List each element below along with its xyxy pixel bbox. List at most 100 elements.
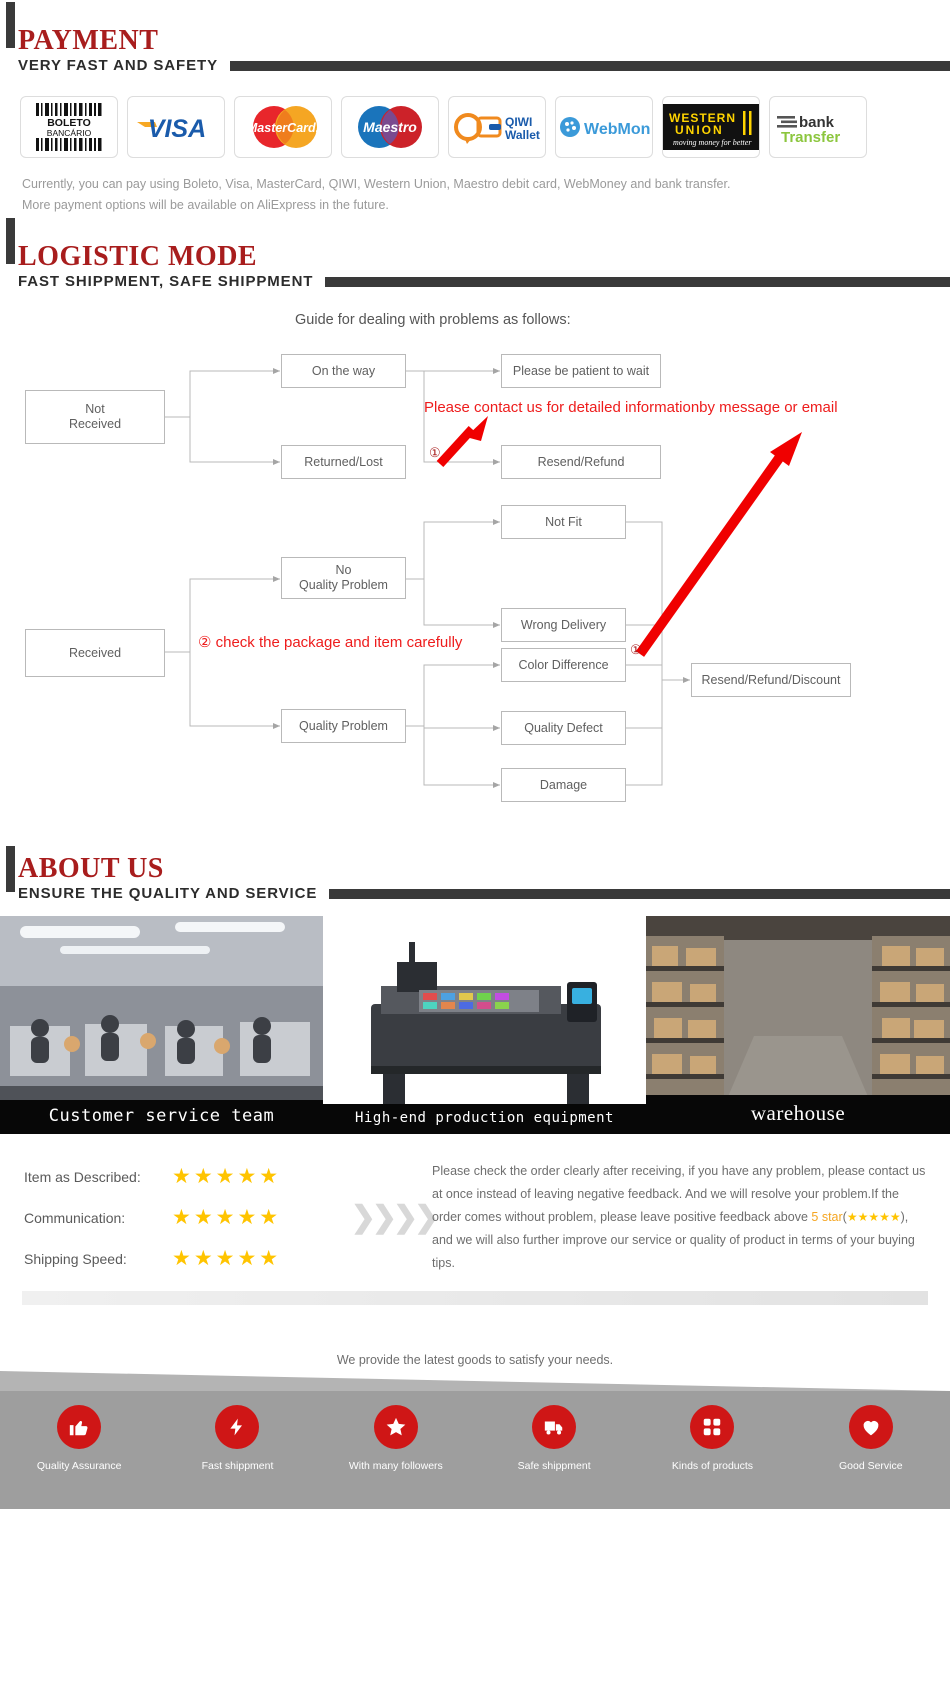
photo-caption-warehouse: warehouse xyxy=(646,1095,950,1134)
header-accent-bar xyxy=(6,2,15,48)
payment-note-line1: Currently, you can pay using Boleto, Vis… xyxy=(22,177,731,191)
svg-text:Maestro: Maestro xyxy=(363,119,417,135)
flow-red-note-check-package: ② check the package and item carefully xyxy=(198,634,463,651)
svg-text:Transfer: Transfer xyxy=(781,129,840,146)
chevrons-icon: ❯❯❯❯ xyxy=(350,1201,440,1234)
feature-fast-shippment: Fast shippment xyxy=(158,1405,316,1509)
ratings-section: Item as Described: ★★★★★ Communication: … xyxy=(0,1134,950,1279)
flow-node-resend-refund: Resend/Refund xyxy=(501,445,661,479)
svg-text:Wallet: Wallet xyxy=(505,128,540,142)
logistic-subtitle: FAST SHIPPMENT, SAFE SHIPPMENT xyxy=(18,273,314,290)
flow-node-not-fit: Not Fit xyxy=(501,505,626,539)
flow-red-note-contact: Please contact us for detailed informati… xyxy=(424,399,838,416)
lightning-bolt-icon xyxy=(215,1405,260,1449)
flow-node-no-quality-problem: No Quality Problem xyxy=(281,557,406,599)
payment-logo-boleto: BOLETO BANCÁRIO xyxy=(20,96,118,158)
feature-label: Kinds of products xyxy=(671,1460,754,1472)
gradient-divider xyxy=(22,1291,928,1305)
logistics-flowchart: Guide for dealing with problems as follo… xyxy=(0,304,950,844)
flow-node-returned-lost: Returned/Lost xyxy=(281,445,406,479)
feature-many-followers: With many followers xyxy=(317,1405,475,1509)
payment-section-header: PAYMENT VERY FAST AND SAFETY xyxy=(0,0,950,74)
payment-logo-webmoney: WebMoney xyxy=(555,96,653,158)
photo-warehouse: warehouse xyxy=(646,916,950,1134)
svg-text:BANCÁRIO: BANCÁRIO xyxy=(47,128,92,138)
feature-label: Fast shippment xyxy=(201,1460,274,1472)
payment-logo-qiwi: QIWI Wallet xyxy=(448,96,546,158)
flow-node-resend-refund-discount: Resend/Refund/Discount xyxy=(691,663,851,697)
tagline-text: We provide the latest goods to satisfy y… xyxy=(336,1353,614,1367)
flow-node-damage: Damage xyxy=(501,768,626,802)
ratings-list: Item as Described: ★★★★★ Communication: … xyxy=(24,1156,354,1279)
flow-node-quality-problem: Quality Problem xyxy=(281,709,406,743)
flow-marker-one-top: ① xyxy=(429,445,441,460)
feedback-inline-stars: ★★★★★ xyxy=(846,1210,901,1224)
payment-note-line2: More payment options will be available o… xyxy=(22,198,389,212)
flow-marker-one-bottom: ① xyxy=(630,642,642,657)
photo-production-equipment: High-end production equipment xyxy=(323,916,646,1134)
payment-logo-row: BOLETO BANCÁRIO VISA MasterCard. Maestro xyxy=(0,96,950,158)
about-title: ABOUT US xyxy=(18,853,164,884)
svg-text:MasterCard.: MasterCard. xyxy=(247,121,319,135)
flow-node-received: Received xyxy=(25,629,165,677)
svg-text:QIWI: QIWI xyxy=(505,115,532,129)
about-section-header: ABOUT US ENSURE THE QUALITY AND SERVICE xyxy=(0,844,950,902)
feature-kinds-of-products: Kinds of products xyxy=(633,1405,791,1509)
rating-label: Shipping Speed: xyxy=(24,1250,127,1267)
rating-stars: ★★★★★ xyxy=(172,1206,282,1229)
red-arrow-2 xyxy=(635,432,802,657)
payment-logo-maestro: Maestro xyxy=(341,96,439,158)
grid-products-icon xyxy=(690,1405,735,1449)
rating-label: Item as Described: xyxy=(24,1168,141,1185)
feedback-text: Please check the order clearly after rec… xyxy=(432,1156,926,1279)
rating-stars: ★★★★★ xyxy=(172,1165,282,1188)
rating-row-shipping-speed: Shipping Speed: ★★★★★ xyxy=(24,1238,354,1279)
star-icon xyxy=(373,1405,418,1449)
payment-logo-western-union: WESTERN UNION moving money for better xyxy=(662,96,760,158)
feature-label: With many followers xyxy=(348,1460,443,1472)
feature-good-service: Good Service xyxy=(792,1405,950,1509)
rating-label: Communication: xyxy=(24,1209,126,1226)
rating-row-item-as-described: Item as Described: ★★★★★ xyxy=(24,1156,354,1197)
flow-node-on-the-way: On the way xyxy=(281,354,406,388)
payment-logo-visa: VISA xyxy=(127,96,225,158)
truck-icon xyxy=(532,1405,577,1449)
flow-node-please-wait: Please be patient to wait xyxy=(501,354,661,388)
feature-label: Good Service xyxy=(838,1460,903,1472)
payment-logo-mastercard: MasterCard. xyxy=(234,96,332,158)
logistic-title: LOGISTIC MODE xyxy=(18,241,258,272)
heart-icon xyxy=(848,1405,893,1449)
header-accent-bar xyxy=(6,218,15,264)
svg-text:UNION: UNION xyxy=(675,123,724,137)
feedback-highlight: 5 star xyxy=(811,1210,843,1224)
red-arrow-1 xyxy=(436,416,488,468)
header-rule xyxy=(325,276,950,287)
about-photo-row: Customer service team High-end productio… xyxy=(0,916,950,1134)
header-rule xyxy=(229,60,950,71)
about-subtitle: ENSURE THE QUALITY AND SERVICE xyxy=(18,885,318,902)
feature-safe-shippment: Safe shippment xyxy=(475,1405,633,1509)
header-accent-bar xyxy=(6,846,15,892)
flow-node-wrong-delivery: Wrong Delivery xyxy=(501,608,626,642)
feature-quality-assurance: Quality Assurance xyxy=(0,1405,158,1509)
payment-subtitle: VERY FAST AND SAFETY xyxy=(18,57,218,74)
rating-row-communication: Communication: ★★★★★ xyxy=(24,1197,354,1238)
rating-stars: ★★★★★ xyxy=(172,1247,282,1270)
flow-node-quality-defect: Quality Defect xyxy=(501,711,626,745)
flow-node-not-received: Not Received xyxy=(25,390,165,444)
feature-bar: Quality Assurance Fast shippment With ma… xyxy=(0,1371,950,1509)
svg-text:moving money for better: moving money for better xyxy=(673,138,752,147)
payment-note: Currently, you can pay using Boleto, Vis… xyxy=(0,174,950,216)
payment-logo-bank-transfer: bank Transfer xyxy=(769,96,867,158)
flowchart-connectors xyxy=(163,368,802,788)
svg-text:WebMoney: WebMoney xyxy=(584,121,650,138)
photo-caption-customer-service: Customer service team xyxy=(0,1100,323,1134)
payment-title: PAYMENT xyxy=(18,25,159,56)
header-rule xyxy=(329,888,950,899)
logistic-section-header: LOGISTIC MODE FAST SHIPPMENT, SAFE SHIPP… xyxy=(0,216,950,290)
feature-label: Quality Assurance xyxy=(36,1460,122,1472)
svg-text:VISA: VISA xyxy=(148,115,206,143)
photo-caption-production-equipment: High-end production equipment xyxy=(323,1104,646,1134)
feature-label: Safe shippment xyxy=(517,1460,591,1472)
flow-node-color-difference: Color Difference xyxy=(501,648,626,682)
